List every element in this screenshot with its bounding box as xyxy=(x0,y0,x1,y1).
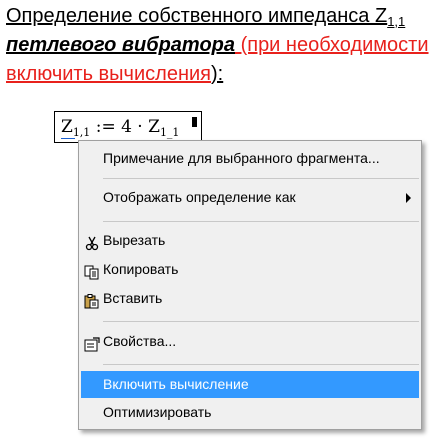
menu-item-cut[interactable]: Вырезать xyxy=(81,227,419,254)
menu-item-paste[interactable]: Вставить xyxy=(81,285,419,312)
menu-item-label: Вырезать xyxy=(103,232,166,248)
menu-separator xyxy=(103,321,419,322)
submenu-arrow-icon xyxy=(406,193,411,203)
math-assign: := 4 · Z xyxy=(90,117,160,137)
menu-separator xyxy=(103,221,419,222)
menu-item-label: Копировать xyxy=(103,261,179,277)
menu-item-display-definition[interactable]: Отображать определение как xyxy=(81,184,419,211)
menu-separator xyxy=(103,178,419,179)
menu-item-properties[interactable]: Свойства... xyxy=(81,328,419,355)
menu-item-label: Свойства... xyxy=(103,333,177,349)
math-expression[interactable]: Z1,1 := 4 · Z1_1 xyxy=(61,117,180,139)
menu-item-label: Оптимизировать xyxy=(103,404,212,420)
menu-item-label: Примечание для выбранного фрагмента... xyxy=(103,150,380,166)
scissors-icon xyxy=(84,233,100,251)
math-lhs-subscript: 1,1 xyxy=(72,126,91,139)
properties-icon xyxy=(84,334,100,352)
paste-icon xyxy=(84,291,100,309)
heading-subscript: 1,1 xyxy=(387,14,406,29)
math-expression-region[interactable]: Z1,1 := 4 · Z1_1 xyxy=(54,111,202,143)
region-marker xyxy=(192,117,197,127)
heading-text-end: ): xyxy=(211,63,224,85)
menu-item-label: Включить вычисление xyxy=(103,376,249,392)
heading-text-bold: петлевого вибратора xyxy=(6,34,236,56)
math-lhs: Z xyxy=(61,117,73,137)
copy-icon xyxy=(84,262,100,280)
math-rhs-subscript: 1_1 xyxy=(159,126,180,139)
edit-cursor xyxy=(61,138,75,139)
menu-item-label: Вставить xyxy=(103,290,163,306)
menu-item-annotation[interactable]: Примечание для выбранного фрагмента... xyxy=(81,145,419,172)
menu-item-optimize[interactable]: Оптимизировать xyxy=(81,399,419,426)
menu-item-label: Отображать определение как xyxy=(103,189,296,205)
section-heading: Определение собственного импеданса Z1,1 … xyxy=(6,2,434,89)
menu-separator xyxy=(103,364,419,365)
context-menu: Примечание для выбранного фрагмента... О… xyxy=(78,140,422,430)
menu-item-enable-evaluation[interactable]: Включить вычисление xyxy=(81,371,419,398)
menu-item-copy[interactable]: Копировать xyxy=(81,256,419,283)
heading-text-1: Определение собственного импеданса Z xyxy=(6,5,388,27)
